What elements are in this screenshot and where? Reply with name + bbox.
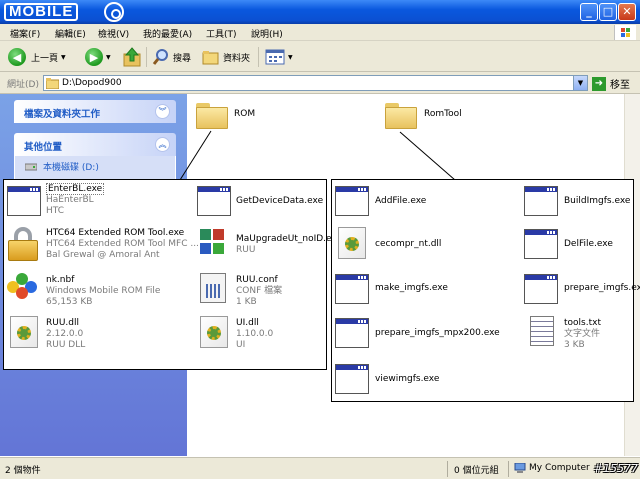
rom-folder-panel: EnterBL.exe HaEnterBL HTC GetDeviceData.… xyxy=(3,179,342,370)
file-name: make_imgfs.exe xyxy=(375,283,448,293)
status-bar: 2 個物件 0 個位元組 My Computer #15577 xyxy=(0,457,640,479)
file-name: nk.nbf xyxy=(46,275,75,285)
file-meta: HTC64 Extended ROM Tool MFC ... xyxy=(46,239,199,249)
exe-icon xyxy=(335,364,369,394)
file-item[interactable]: prepare_imgfs.exe xyxy=(522,271,640,311)
file-name: AddFile.exe xyxy=(375,196,427,206)
windows-mobile-icon xyxy=(7,273,41,303)
file-item[interactable]: nk.nbf Windows Mobile ROM File 65,153 KB xyxy=(4,270,189,310)
lock-icon xyxy=(8,227,38,261)
file-item[interactable]: make_imgfs.exe xyxy=(332,271,512,311)
file-meta: 3 KB xyxy=(564,340,585,350)
file-item[interactable]: tools.txt 文字文件 3 KB xyxy=(522,316,634,356)
watermark: #15577 xyxy=(593,462,638,475)
connector-line-rom xyxy=(179,130,212,181)
file-item[interactable]: EnterBL.exe HaEnterBL HTC xyxy=(4,182,184,222)
file-item[interactable]: MaUpgradeUt_noID.exe RUU xyxy=(194,225,342,265)
romtool-folder-panel: AddFile.exe BuildImgfs.exe cecompr_nt.dl… xyxy=(331,179,640,402)
file-item[interactable]: HTC64 Extended ROM Tool.exe HTC64 Extend… xyxy=(4,225,199,265)
text-file-icon xyxy=(530,316,554,346)
file-name: EnterBL.exe xyxy=(46,183,105,195)
file-item[interactable]: RUU.conf CONF 檔案 1 KB xyxy=(194,270,328,310)
status-divider xyxy=(447,461,448,477)
file-meta: 文字文件 xyxy=(564,329,601,339)
file-name: BuildImgfs.exe xyxy=(564,196,631,206)
connector-line-romtool xyxy=(399,131,456,181)
file-meta: HaEnterBL xyxy=(46,195,94,205)
dll-icon xyxy=(200,316,228,348)
exe-icon xyxy=(524,229,558,259)
file-item[interactable]: RUU.dll 2.12.0.0 RUU DLL xyxy=(4,316,189,356)
file-item[interactable]: cecompr_nt.dll xyxy=(332,226,512,266)
file-name: RUU.conf xyxy=(236,275,278,285)
file-meta: 1.10.0.0 xyxy=(236,329,274,339)
file-meta: UI xyxy=(236,340,246,350)
exe-icon xyxy=(335,274,369,304)
file-item[interactable]: AddFile.exe xyxy=(332,182,512,222)
file-name: RUU.dll xyxy=(46,318,80,328)
status-location: My Computer xyxy=(529,463,590,473)
file-item[interactable]: prepare_imgfs_mpx200.exe xyxy=(332,316,512,356)
file-meta: RUU DLL xyxy=(46,340,86,350)
file-item[interactable]: BuildImgfs.exe xyxy=(522,182,634,222)
exe-icon xyxy=(197,186,231,216)
file-item[interactable]: viewimgfs.exe xyxy=(332,362,512,402)
file-meta: HTC xyxy=(46,206,65,216)
file-meta: Bal Grewal @ Amoral Ant xyxy=(46,250,160,260)
file-item[interactable]: DelFile.exe xyxy=(522,226,634,266)
exe-icon xyxy=(524,274,558,304)
file-meta: 65,153 KB xyxy=(46,297,93,307)
file-name: cecompr_nt.dll xyxy=(375,239,442,249)
exe-icon xyxy=(524,186,558,216)
file-name: UI.dll xyxy=(236,318,259,328)
file-meta: CONF 檔案 xyxy=(236,286,283,296)
computer-icon xyxy=(514,463,526,473)
file-item[interactable]: GetDeviceData.exe xyxy=(194,182,324,222)
file-name: DelFile.exe xyxy=(564,239,613,249)
file-name: GetDeviceData.exe xyxy=(236,196,324,206)
file-name: tools.txt xyxy=(564,318,601,328)
exe-icon xyxy=(7,186,41,216)
file-item[interactable]: UI.dll 1.10.0.0 UI xyxy=(194,316,328,356)
file-name: MaUpgradeUt_noID.exe xyxy=(236,234,342,244)
exe-icon xyxy=(335,186,369,216)
dll-icon xyxy=(10,316,38,348)
file-name: prepare_imgfs.exe xyxy=(564,283,640,293)
status-size: 0 個位元組 xyxy=(454,466,499,476)
file-meta: Windows Mobile ROM File xyxy=(46,286,161,296)
file-meta: 1 KB xyxy=(236,297,257,307)
config-file-icon xyxy=(200,273,226,303)
file-name: prepare_imgfs_mpx200.exe xyxy=(375,328,500,338)
file-name: HTC64 Extended ROM Tool.exe xyxy=(46,228,185,238)
file-meta: 2.12.0.0 xyxy=(46,329,84,339)
status-divider xyxy=(508,461,509,477)
upgrade-icon xyxy=(200,229,226,259)
dll-icon xyxy=(338,227,366,259)
file-meta: RUU xyxy=(236,245,256,255)
exe-icon xyxy=(335,318,369,348)
status-object-count: 2 個物件 xyxy=(5,466,41,476)
file-name: viewimgfs.exe xyxy=(375,374,440,384)
